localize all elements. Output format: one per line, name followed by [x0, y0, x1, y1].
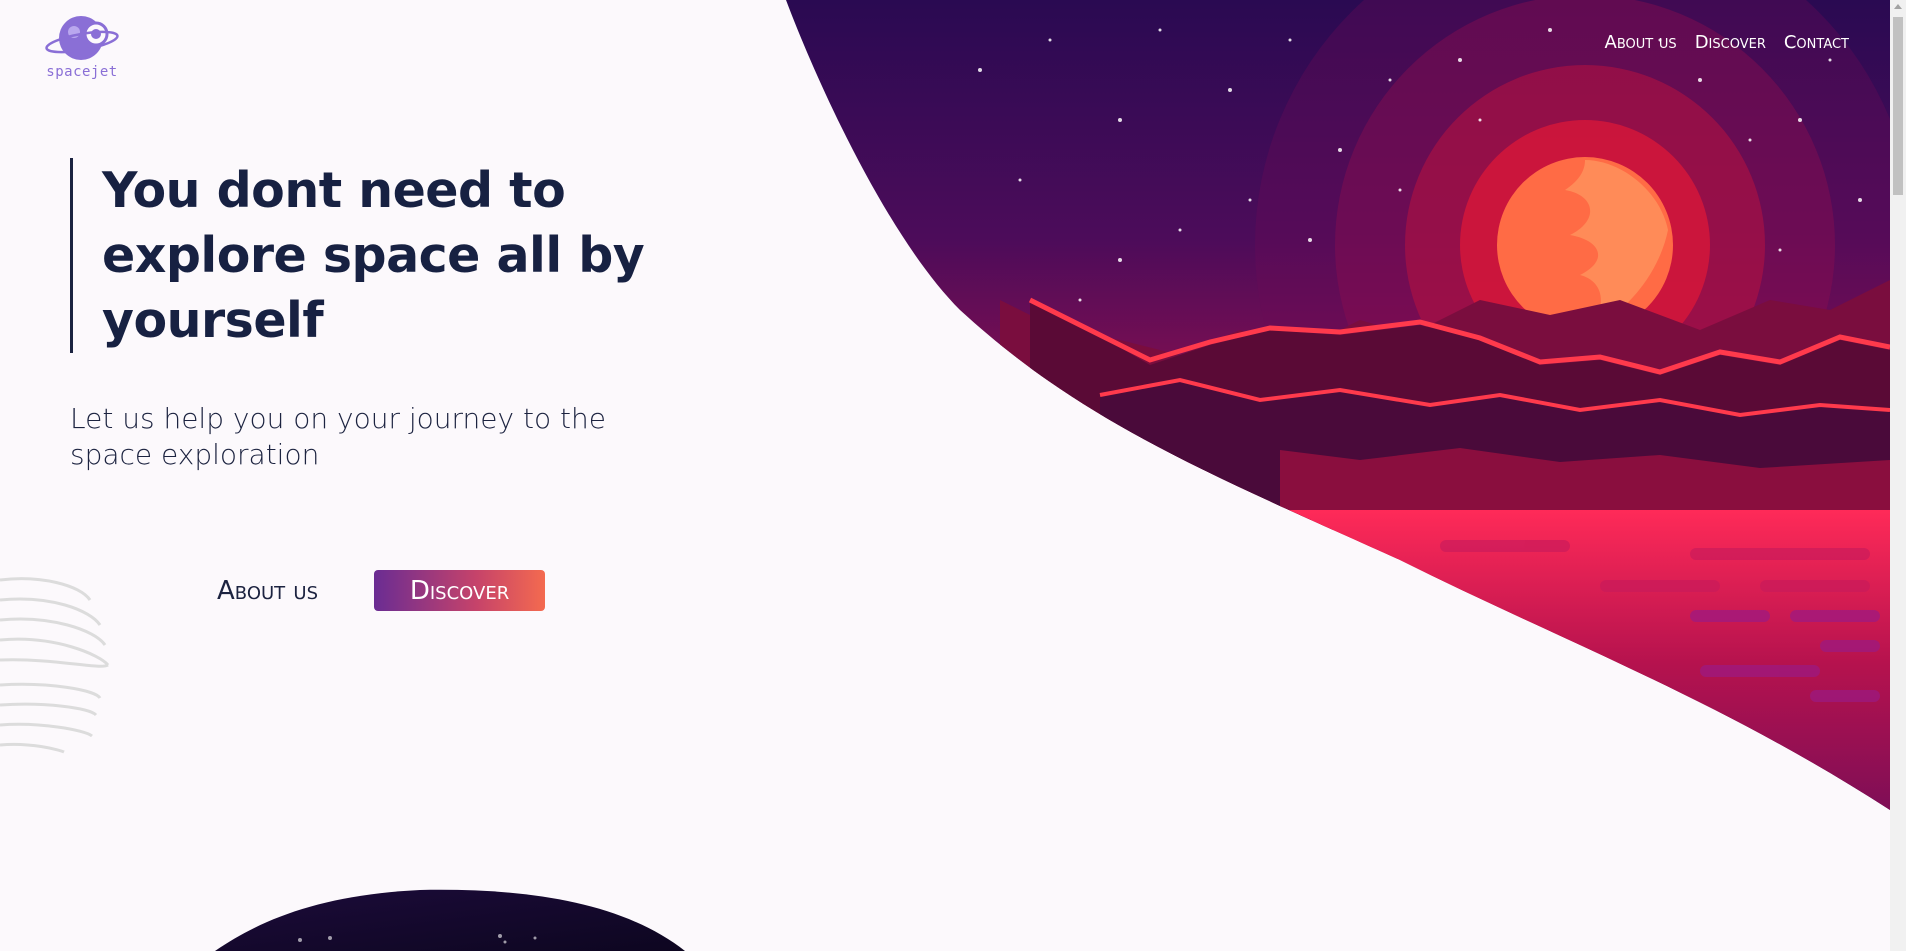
chevron-up-icon[interactable] [1894, 4, 1902, 9]
hero-title: You dont need to explore space all by yo… [102, 158, 662, 353]
page-scrollbar[interactable] [1890, 0, 1906, 951]
nav-about-link[interactable]: About us [1605, 32, 1677, 53]
about-us-button[interactable]: About us [217, 576, 318, 606]
main-nav: About us Discover Contact [1605, 32, 1850, 53]
scrollbar-thumb[interactable] [1893, 17, 1903, 195]
nav-contact-link[interactable]: Contact [1784, 32, 1849, 53]
hero-illustration [0, 0, 1890, 951]
hero-title-line-1: You dont need to [102, 162, 566, 219]
nav-discover-link[interactable]: Discover [1695, 32, 1766, 53]
hero-headline: You dont need to explore space all by yo… [70, 158, 662, 353]
hero-subtext: Let us help you on your journey to the s… [70, 402, 606, 471]
discover-button[interactable]: Discover [374, 570, 546, 611]
logo-wordmark: spacejet [46, 64, 118, 80]
landing-page: spacejet About us Discover Contact You d… [0, 0, 1906, 951]
next-section-artwork [215, 889, 685, 951]
brand-logo[interactable]: spacejet [42, 12, 122, 86]
hero-cta-row: About us Discover [217, 570, 546, 611]
planet-astronaut-icon [45, 16, 119, 60]
wave-lines-decoration [0, 577, 110, 754]
hero-title-line-2: explore space all by [102, 227, 645, 284]
hero-title-line-3: yourself [102, 292, 324, 349]
